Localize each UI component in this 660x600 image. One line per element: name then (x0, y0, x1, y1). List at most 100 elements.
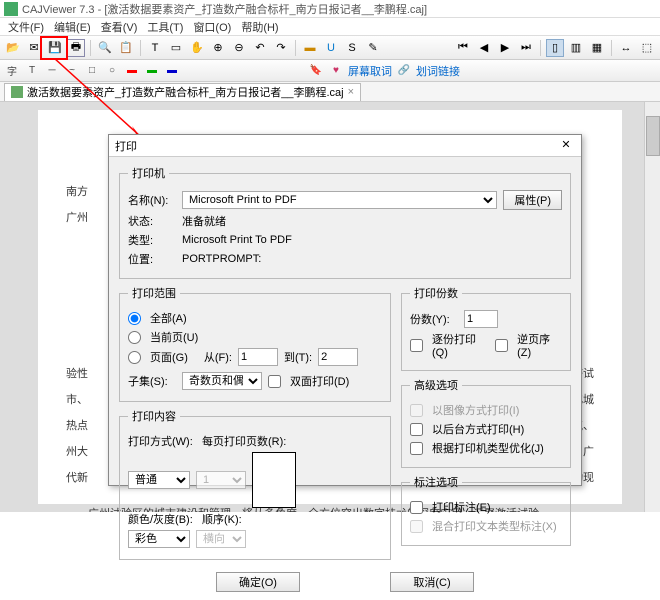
note-icon[interactable]: ✎ (364, 39, 382, 57)
fit-width-icon[interactable]: ↔ (617, 39, 635, 57)
range-all-radio[interactable] (128, 312, 141, 325)
menu-file[interactable]: 文件(F) (4, 18, 48, 36)
background-label: 以后台方式打印(H) (432, 421, 524, 437)
red-mark-icon[interactable]: ▬ (124, 63, 140, 79)
cancel-button[interactable]: 取消(C) (390, 572, 474, 592)
separator (611, 40, 612, 56)
ocr-icon[interactable]: 字 (4, 63, 20, 79)
search-icon[interactable]: 🔍 (96, 39, 114, 57)
menu-view[interactable]: 查看(V) (97, 18, 142, 36)
collate-checkbox[interactable] (410, 339, 423, 352)
collate-label: 逐份打印(Q) (432, 331, 489, 359)
menu-window[interactable]: 窗口(O) (189, 18, 235, 36)
image-mode-label: 以图像方式打印(I) (432, 402, 519, 418)
menu-bar: 文件(F) 编辑(E) 查看(V) 工具(T) 窗口(O) 帮助(H) (0, 18, 660, 36)
printer-legend: 打印机 (128, 165, 169, 181)
print-icon[interactable]: 🖶 (67, 39, 85, 57)
mode-select[interactable]: 普通 (128, 471, 190, 489)
ok-button[interactable]: 确定(O) (216, 572, 300, 592)
text-icon[interactable]: T (24, 63, 40, 79)
link-icon[interactable]: 🔗 (396, 63, 412, 79)
printer-select[interactable]: Microsoft Print to PDF (182, 191, 497, 209)
menu-tool[interactable]: 工具(T) (143, 18, 187, 36)
advanced-legend: 高级选项 (410, 377, 462, 393)
blue-mark-icon[interactable]: ▬ (164, 63, 180, 79)
green-mark-icon[interactable]: ▬ (144, 63, 160, 79)
highlight-icon[interactable]: ▬ (301, 39, 319, 57)
vertical-scrollbar[interactable] (644, 102, 660, 512)
scroll-thumb[interactable] (646, 116, 660, 156)
location-value: PORTPROMPT: (182, 253, 261, 265)
select-image-icon[interactable]: ▭ (167, 39, 185, 57)
crosslink-link[interactable]: 划词链接 (416, 63, 460, 79)
strike-icon[interactable]: S (343, 39, 361, 57)
print-anno-label: 打印标注(E) (432, 499, 491, 515)
copies-legend: 打印份数 (410, 285, 462, 301)
close-icon[interactable]: × (348, 86, 354, 98)
status-label: 状态: (128, 213, 176, 229)
document-tab[interactable]: 激活数据要素资产_打造数产融合标杆_南方日报记者__李鹏程.caj × (4, 83, 361, 101)
from-input[interactable] (238, 348, 278, 366)
range-pages-radio[interactable] (128, 351, 141, 364)
dict-heart-icon[interactable]: ♥ (328, 63, 344, 79)
subset-label: 子集(S): (128, 373, 176, 389)
background-checkbox[interactable] (410, 423, 423, 436)
preview-box (252, 452, 296, 508)
curve-icon[interactable]: ~ (64, 63, 80, 79)
ellipse-icon[interactable]: ○ (104, 63, 120, 79)
screenshot-word-link[interactable]: 屏幕取词 (348, 63, 392, 79)
menu-edit[interactable]: 编辑(E) (50, 18, 95, 36)
app-icon (4, 2, 18, 16)
open-icon[interactable]: 📂 (4, 39, 22, 57)
properties-button[interactable]: 属性(P) (503, 190, 562, 210)
prev-page-icon[interactable]: ◀ (475, 39, 493, 57)
reverse-checkbox[interactable] (495, 339, 508, 352)
color-select[interactable]: 彩色 (128, 530, 190, 548)
rotate-right-icon[interactable]: ↷ (272, 39, 290, 57)
copies-input[interactable] (464, 310, 498, 328)
mixed-anno-label: 混合打印文本类型标注(X) (432, 518, 557, 534)
dialog-titlebar: 打印 ✕ (109, 135, 581, 157)
single-page-icon[interactable]: ▯ (546, 39, 564, 57)
range-current-radio[interactable] (128, 331, 141, 344)
image-mode-checkbox (410, 404, 423, 417)
subset-select[interactable]: 奇数页和偶 (182, 372, 262, 390)
optimize-checkbox[interactable] (410, 442, 423, 455)
last-page-icon[interactable]: ⏭ (517, 39, 535, 57)
zoom-in-icon[interactable]: ⊕ (209, 39, 227, 57)
advanced-group: 高级选项 以图像方式打印(I) 以后台方式打印(H) 根据打印机类型优化(J) (401, 377, 571, 468)
dialog-title: 打印 (115, 138, 137, 154)
annotation-highlight (40, 36, 68, 60)
bookmark-icon[interactable]: 🔖 (308, 63, 324, 79)
next-page-icon[interactable]: ▶ (496, 39, 514, 57)
line-icon[interactable]: ─ (44, 63, 60, 79)
doc-text: 热点 (66, 416, 88, 437)
toolbar-main: 📂 ✉ 💾 🖶 🔍 📋 T ▭ ✋ ⊕ ⊖ ↶ ↷ ▬ U S ✎ ⏮ ◀ ▶ … (0, 36, 660, 60)
doc-text: 市、 (66, 390, 88, 411)
close-icon[interactable]: ✕ (557, 138, 575, 154)
first-page-icon[interactable]: ⏮ (454, 39, 472, 57)
copy-icon[interactable]: 📋 (117, 39, 135, 57)
from-label: 从(F): (204, 349, 232, 365)
underline-icon[interactable]: U (322, 39, 340, 57)
two-page-icon[interactable]: ▦ (588, 39, 606, 57)
rotate-left-icon[interactable]: ↶ (251, 39, 269, 57)
reverse-label: 逆页序(Z) (517, 331, 562, 359)
fit-page-icon[interactable]: ⬚ (638, 39, 656, 57)
to-input[interactable] (318, 348, 358, 366)
mode-label: 打印方式(W): (128, 433, 196, 449)
separator (295, 40, 296, 56)
doc-text: 代新 (66, 468, 88, 489)
rect-icon[interactable]: □ (84, 63, 100, 79)
zoom-out-icon[interactable]: ⊖ (230, 39, 248, 57)
separator (90, 40, 91, 56)
select-text-icon[interactable]: T (146, 39, 164, 57)
color-label: 颜色/灰度(B): (128, 511, 196, 527)
duplex-checkbox[interactable] (268, 375, 281, 388)
copies-group: 打印份数 份数(Y): 逐份打印(Q) 逆页序(Z) (401, 285, 571, 371)
hand-icon[interactable]: ✋ (188, 39, 206, 57)
content-group: 打印内容 打印方式(W): 每页打印页数(R): 普通 1 颜色/灰度(B): … (119, 408, 391, 560)
continuous-icon[interactable]: ▥ (567, 39, 585, 57)
ppp-label: 每页打印页数(R): (202, 433, 286, 449)
menu-help[interactable]: 帮助(H) (237, 18, 282, 36)
